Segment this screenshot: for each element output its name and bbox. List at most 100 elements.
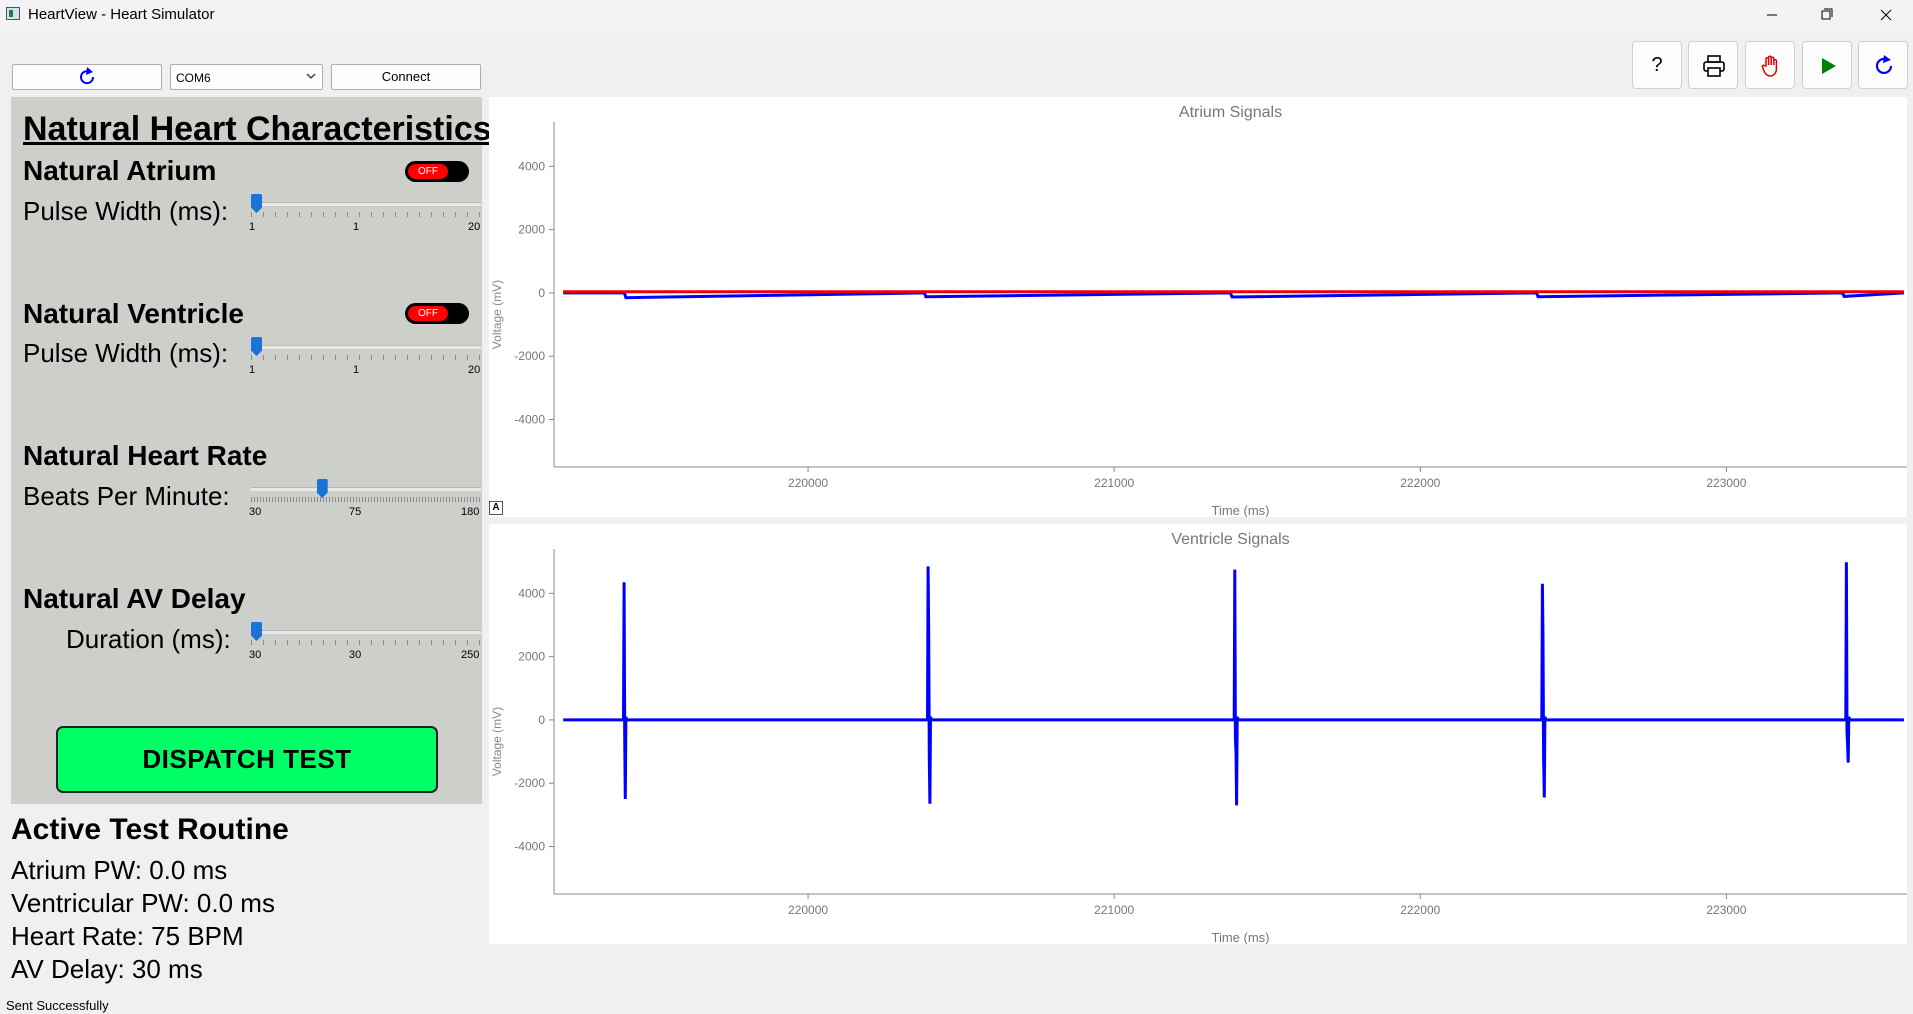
ventricle-pw-label: Pulse Width (ms): bbox=[23, 338, 229, 368]
minimize-icon bbox=[1767, 14, 1777, 16]
signal-line-0 bbox=[563, 291, 1904, 300]
y-tick-label: -4000 bbox=[514, 840, 545, 854]
close-button[interactable] bbox=[1859, 0, 1913, 30]
slider-min-label: 1 bbox=[249, 364, 256, 376]
av-delay-slider[interactable]: 30 30 250 bbox=[249, 622, 481, 668]
stop-button[interactable] bbox=[1745, 41, 1795, 89]
slider-max-label: 250 bbox=[461, 649, 480, 661]
ventricle-pw-slider[interactable]: 1 1 20 bbox=[249, 337, 481, 383]
x-tick-label: 221000 bbox=[1094, 903, 1134, 917]
heart-rate-slider[interactable]: 30 75 180 bbox=[249, 479, 481, 525]
start-button[interactable] bbox=[1802, 41, 1852, 89]
panel-title: Natural Heart Characteristics bbox=[23, 110, 492, 148]
com-port-select[interactable]: COM6 bbox=[170, 64, 323, 90]
help-button[interactable]: ? bbox=[1632, 41, 1682, 89]
slider-current-label: 75 bbox=[349, 506, 362, 518]
active-heart-rate: Heart Rate: 75 BPM bbox=[11, 921, 244, 951]
window-title: HeartView - Heart Simulator bbox=[28, 6, 215, 23]
restore-button[interactable] bbox=[1800, 0, 1854, 30]
slider-current-label: 30 bbox=[349, 649, 362, 661]
slider-max-label: 20 bbox=[468, 364, 481, 376]
help-icon: ? bbox=[1651, 54, 1663, 76]
signal-line-0 bbox=[563, 562, 1904, 806]
y-tick-label: -4000 bbox=[514, 413, 545, 427]
restore-icon bbox=[1821, 8, 1833, 20]
title-bar: HeartView - Heart Simulator bbox=[0, 0, 1913, 30]
x-tick-label: 223000 bbox=[1706, 476, 1746, 490]
slider-handle[interactable] bbox=[251, 194, 262, 213]
ventricle-section-title: Natural Ventricle bbox=[23, 298, 244, 329]
x-tick-label: 222000 bbox=[1400, 476, 1440, 490]
x-tick-label: 220000 bbox=[788, 476, 828, 490]
atrium-toggle-label: OFF bbox=[408, 164, 448, 179]
active-av-delay: AV Delay: 30 ms bbox=[11, 954, 203, 984]
chart-title: Atrium Signals bbox=[1179, 104, 1282, 121]
heart-rate-label: Beats Per Minute: bbox=[23, 481, 230, 511]
refresh-ports-button[interactable] bbox=[12, 64, 162, 90]
close-icon bbox=[1880, 9, 1892, 21]
av-delay-section-title: Natural AV Delay bbox=[23, 583, 246, 614]
y-tick-label: 4000 bbox=[518, 159, 545, 173]
printer-icon bbox=[1703, 55, 1725, 77]
x-axis-label: Time (ms) bbox=[1211, 930, 1269, 944]
y-tick-label: 4000 bbox=[518, 586, 545, 600]
slider-handle[interactable] bbox=[316, 479, 328, 498]
print-button[interactable] bbox=[1688, 41, 1738, 89]
y-tick-label: 2000 bbox=[518, 650, 545, 664]
slider-min-label: 1 bbox=[249, 221, 256, 233]
natural-heart-panel: Natural Heart Characteristics Natural At… bbox=[11, 97, 492, 804]
y-tick-label: -2000 bbox=[514, 349, 545, 363]
atrium-section-title: Natural Atrium bbox=[23, 155, 217, 186]
y-tick-label: -2000 bbox=[514, 776, 545, 790]
play-icon bbox=[1822, 58, 1836, 74]
chart-title: Ventricle Signals bbox=[1171, 531, 1289, 548]
autoscale-button[interactable]: A bbox=[489, 501, 503, 515]
x-tick-label: 221000 bbox=[1094, 476, 1134, 490]
slider-ticks bbox=[251, 640, 481, 645]
x-tick-label: 223000 bbox=[1706, 903, 1746, 917]
y-tick-label: 0 bbox=[538, 713, 545, 727]
slider-max-label: 180 bbox=[461, 506, 480, 518]
y-tick-label: 2000 bbox=[518, 223, 545, 237]
dispatch-test-button[interactable]: DISPATCH TEST bbox=[56, 726, 438, 793]
slider-groove bbox=[251, 630, 481, 634]
y-tick-label: 0 bbox=[538, 286, 545, 300]
slider-handle[interactable] bbox=[251, 622, 262, 641]
ventricle-toggle[interactable]: OFF bbox=[405, 303, 469, 324]
slider-min-label: 30 bbox=[249, 649, 262, 661]
atrium-chart-svg: Atrium Signals 4000 2000 0 -2000 -4000 220000 2… bbox=[490, 104, 1907, 517]
connect-button[interactable]: Connect bbox=[331, 64, 481, 90]
x-axis-label: Time (ms) bbox=[1211, 503, 1269, 517]
slider-max-label: 20 bbox=[468, 221, 481, 233]
reset-button[interactable] bbox=[1858, 41, 1908, 89]
slider-groove bbox=[251, 345, 481, 349]
refresh-icon bbox=[80, 67, 95, 85]
active-routine-title: Active Test Routine bbox=[11, 813, 289, 846]
ventricle-toggle-label: OFF bbox=[408, 306, 448, 321]
app-icon bbox=[6, 7, 20, 20]
slider-groove bbox=[251, 487, 481, 491]
hand-stop-icon bbox=[1761, 55, 1778, 77]
slider-current-label: 1 bbox=[353, 364, 360, 376]
y-axis-label: Voltage (mV) bbox=[490, 707, 504, 776]
slider-ticks bbox=[251, 355, 481, 360]
slider-ticks bbox=[251, 212, 481, 217]
com-port-value: COM6 bbox=[176, 71, 211, 85]
minimize-button[interactable] bbox=[1745, 0, 1799, 30]
ventricle-chart[interactable]: Ventricle Signals 4000 2000 0 -2000 -4000 2200… bbox=[489, 524, 1907, 944]
av-delay-label: Duration (ms): bbox=[66, 624, 231, 654]
atrium-pw-label: Pulse Width (ms): bbox=[23, 196, 229, 226]
slider-handle[interactable] bbox=[251, 337, 262, 356]
ventricle-chart-svg: Ventricle Signals 4000 2000 0 -2000 -4000 2200… bbox=[490, 531, 1907, 944]
atrium-toggle[interactable]: OFF bbox=[405, 161, 469, 182]
slider-current-label: 1 bbox=[353, 221, 360, 233]
x-tick-label: 220000 bbox=[788, 903, 828, 917]
y-axis-label: Voltage (mV) bbox=[490, 280, 504, 349]
atrium-pw-slider[interactable]: 1 1 20 bbox=[249, 194, 481, 240]
slider-ticks bbox=[251, 497, 481, 502]
slider-groove bbox=[251, 202, 481, 206]
atrium-chart[interactable]: Atrium Signals 4000 2000 0 -2000 -4000 220000 2… bbox=[489, 97, 1907, 517]
slider-min-label: 30 bbox=[249, 506, 262, 518]
heart-rate-section-title: Natural Heart Rate bbox=[23, 440, 268, 471]
active-ventricular-pw: Ventricular PW: 0.0 ms bbox=[11, 888, 275, 918]
